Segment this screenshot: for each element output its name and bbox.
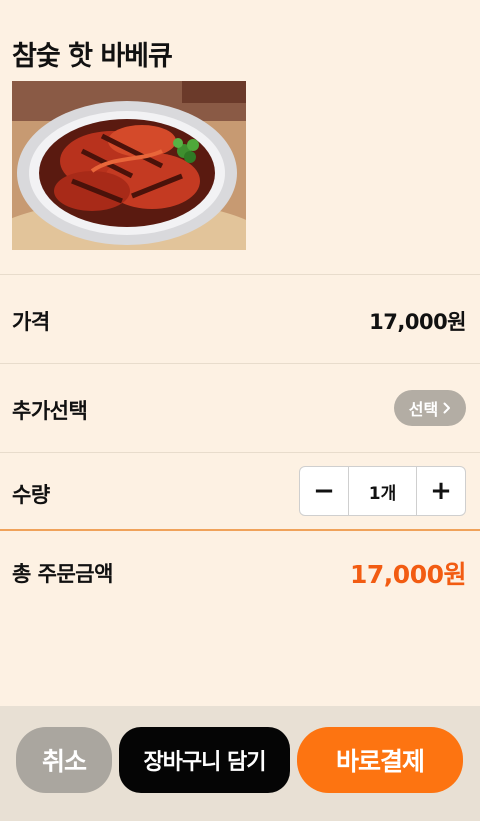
divider [0, 363, 480, 364]
product-title: 참숯 핫 바베큐 [12, 41, 173, 72]
price-value: 17,000원 [369, 310, 466, 334]
quantity-decrease-button[interactable]: − [300, 467, 348, 515]
chevron-right-icon [443, 402, 451, 414]
divider [0, 452, 480, 453]
quantity-value: 1개 [348, 467, 417, 515]
price-label: 가격 [12, 310, 50, 334]
product-image [12, 81, 246, 250]
divider [0, 274, 480, 275]
quantity-increase-button[interactable]: + [417, 467, 465, 515]
total-price-value: 17,000원 [350, 560, 466, 589]
add-to-cart-button[interactable]: 장바구니 담기 [119, 727, 290, 793]
option-select-button[interactable]: 선택 [394, 390, 466, 426]
total-label: 총 주문금액 [12, 562, 113, 586]
quantity-label: 수량 [12, 483, 50, 507]
buy-now-button[interactable]: 바로결제 [297, 727, 463, 793]
total-divider [0, 529, 480, 531]
option-label: 추가선택 [12, 399, 88, 423]
cancel-button[interactable]: 취소 [16, 727, 112, 793]
quantity-stepper: − 1개 + [299, 466, 466, 516]
option-select-label: 선택 [408, 400, 439, 419]
